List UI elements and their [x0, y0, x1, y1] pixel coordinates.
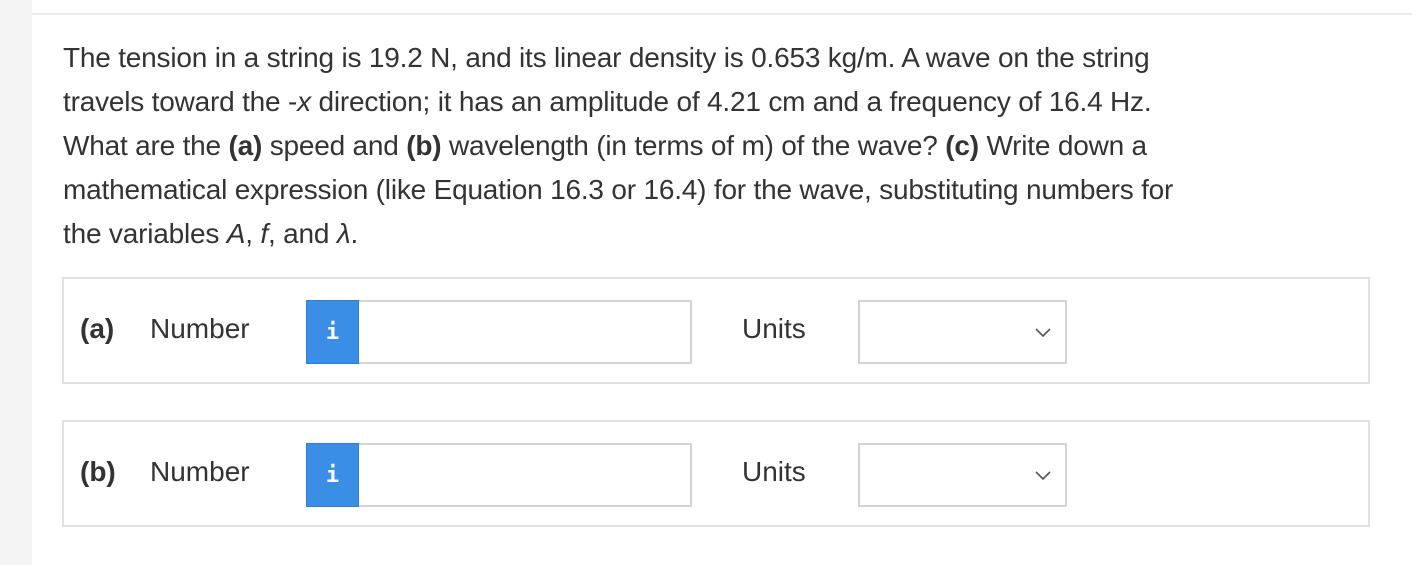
question-text-segment: travels toward the - [63, 86, 298, 117]
units-label: Units [742, 456, 806, 487]
question-text: The tension in a string is 19.2 N, and i… [63, 36, 1363, 256]
question-text-segment: Write down a [978, 130, 1147, 161]
question-text-segment: , and [268, 218, 337, 249]
question-text-segment: , [245, 218, 261, 249]
number-label: Number [150, 456, 250, 487]
part-c-marker: (c) [945, 130, 979, 161]
units-select-b[interactable] [858, 443, 1067, 507]
part-b-marker: (b) [406, 130, 442, 161]
part-label: (b) [80, 456, 116, 487]
units-label: Units [742, 313, 806, 344]
question-text-segment: speed and [262, 130, 407, 161]
variable-x: x [297, 86, 311, 117]
question-text-segment: the variables [63, 218, 227, 249]
divider [32, 13, 1412, 15]
part-label: (a) [80, 313, 115, 344]
chevron-down-icon [1035, 471, 1051, 481]
question-text-segment: direction; it has an amplitude of 4.21 c… [310, 86, 1152, 117]
answer-row-b: (b) Number i Units [62, 420, 1370, 527]
question-text-segment: . [350, 218, 359, 249]
info-icon[interactable]: i [306, 300, 359, 364]
number-label: Number [150, 313, 250, 344]
number-input-b[interactable] [359, 443, 692, 507]
chevron-down-icon [1035, 328, 1051, 338]
question-card: The tension in a string is 19.2 N, and i… [32, 0, 1412, 565]
question-line-4: mathematical expression (like Equation 1… [63, 174, 1174, 205]
part-a-marker: (a) [228, 130, 263, 161]
question-text-segment: What are the [63, 130, 229, 161]
units-select-a[interactable] [858, 300, 1067, 364]
info-icon[interactable]: i [306, 443, 359, 507]
variable-a: A [226, 218, 246, 249]
variable-f: f [260, 218, 268, 249]
variable-lambda: λ [336, 218, 351, 249]
question-text-segment: wavelength (in terms of m) of the wave? [441, 130, 946, 161]
number-input-a[interactable] [359, 300, 692, 364]
answer-row-a: (a) Number i Units [62, 277, 1370, 384]
question-line-1: The tension in a string is 19.2 N, and i… [63, 42, 1150, 73]
